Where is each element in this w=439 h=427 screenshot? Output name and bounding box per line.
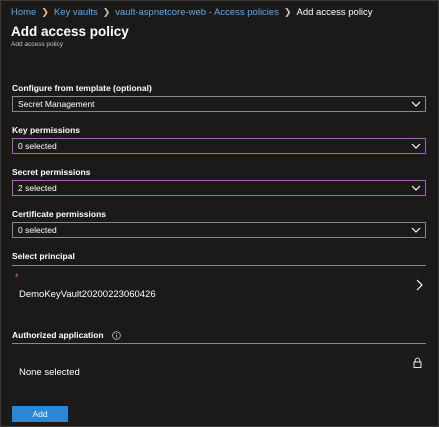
authorized-application-divider [12,343,426,344]
info-icon[interactable] [112,331,121,340]
chevron-down-icon [411,185,421,191]
chevron-down-icon [411,227,421,233]
lock-icon [413,357,422,368]
chevron-right-icon [416,279,423,291]
add-access-policy-blade: Home ❯ Key vaults ❯ vault-aspnetcore-web… [0,0,439,427]
breadcrumb-access-policies[interactable]: vault-aspnetcore-web - Access policies [115,7,279,18]
chevron-right-icon: ❯ [41,7,49,17]
template-value: Secret Management [18,99,95,109]
certificate-permissions-label: Certificate permissions [12,209,107,219]
breadcrumb: Home ❯ Key vaults ❯ vault-aspnetcore-web… [11,7,373,18]
chevron-down-icon [411,143,421,149]
select-principal-row[interactable]: DemoKeyVault20200223060426 [12,277,426,311]
key-permissions-dropdown[interactable]: 0 selected [12,138,426,154]
add-button[interactable]: Add [12,406,68,422]
authorized-application-value: None selected [19,367,80,378]
secret-permissions-dropdown[interactable]: 2 selected [12,180,426,196]
chevron-right-icon: ❯ [102,7,111,17]
breadcrumb-current: Add access policy [296,7,373,18]
template-dropdown[interactable]: Secret Management [12,96,426,112]
principal-value: DemoKeyVault20200223060426 [19,289,156,300]
template-label: Configure from template (optional) [12,83,152,93]
principal-divider [12,265,426,266]
secret-permissions-label: Secret permissions [12,167,91,177]
breadcrumb-home[interactable]: Home [11,7,36,18]
chevron-right-icon: ❯ [283,7,292,17]
key-permissions-value: 0 selected [18,141,57,151]
page-title: Add access policy [11,24,129,39]
chevron-down-icon [411,101,421,107]
breadcrumb-key-vaults[interactable]: Key vaults [54,7,98,18]
page-subtitle: Add access policy [11,41,64,48]
key-permissions-label: Key permissions [12,125,81,135]
principal-section-title: Select principal [12,251,75,261]
certificate-permissions-value: 0 selected [18,225,57,235]
authorized-application-row: None selected [12,353,426,387]
certificate-permissions-dropdown[interactable]: 0 selected [12,222,426,238]
secret-permissions-value: 2 selected [18,183,57,193]
authorized-application-title: Authorized application [12,330,104,340]
